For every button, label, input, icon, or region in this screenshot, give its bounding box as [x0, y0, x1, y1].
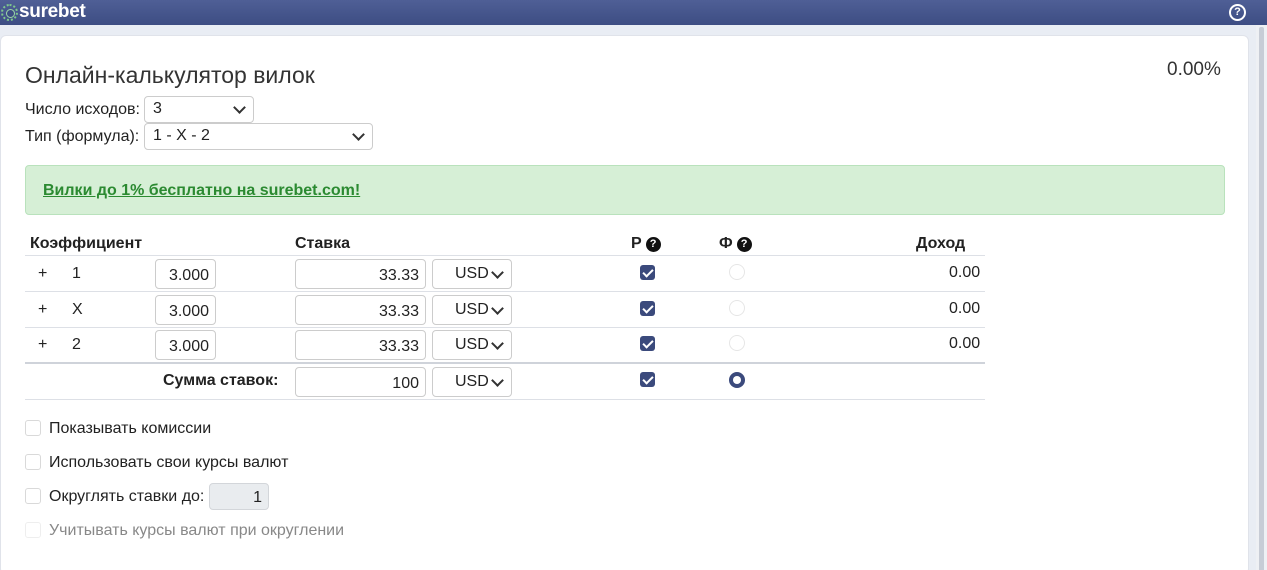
promo-link[interactable]: Вилки до 1% бесплатно на surebet.com! — [43, 182, 360, 200]
total-r-checkbox[interactable] — [640, 372, 655, 387]
header-r: Р? — [631, 235, 661, 253]
header-income: Доход — [916, 235, 966, 252]
help-icon[interactable]: ? — [736, 237, 752, 252]
help-icon[interactable]: ? — [1229, 4, 1246, 21]
header-r-label: Р — [631, 235, 642, 252]
f-radio[interactable] — [729, 300, 745, 316]
divider — [25, 327, 985, 328]
chevron-down-icon — [491, 266, 504, 279]
divider — [25, 255, 985, 256]
currency-value: USD — [455, 336, 489, 353]
outcome-name: 1 — [72, 265, 81, 282]
header-f-label: Ф — [719, 235, 733, 252]
row-expand-button[interactable]: + — [38, 301, 47, 319]
logo-icon — [1, 3, 18, 21]
rates-rounding-checkbox[interactable] — [25, 522, 41, 538]
own-rates-checkbox[interactable] — [25, 454, 41, 470]
divider — [25, 362, 985, 364]
currency-value: USD — [455, 301, 489, 318]
surebet-logo[interactable]: surebet — [1, 1, 86, 23]
r-checkbox[interactable] — [640, 301, 655, 316]
chevron-down-icon — [491, 374, 504, 387]
outcomes-select[interactable]: 3 — [144, 96, 254, 123]
stake-input[interactable]: 33.33 — [295, 259, 426, 289]
show-commissions-checkbox[interactable] — [25, 420, 41, 436]
chevron-down-icon — [491, 302, 504, 315]
promo-alert: Вилки до 1% бесплатно на surebet.com! — [25, 165, 1225, 215]
outcome-name: 2 — [72, 336, 81, 353]
currency-value: USD — [455, 265, 489, 282]
outcomes-label: Число исходов: — [25, 101, 140, 118]
page-scrollbar[interactable] — [1256, 25, 1267, 570]
odds-input[interactable]: 3.000 — [155, 330, 216, 360]
currency-value: USD — [455, 373, 489, 390]
r-checkbox[interactable] — [640, 336, 655, 351]
outcomes-value: 3 — [153, 100, 162, 117]
divider — [25, 291, 985, 292]
total-stake-input[interactable]: 100 — [295, 367, 426, 397]
formula-value: 1 - X - 2 — [153, 127, 210, 144]
income-value: 0.00 — [949, 335, 981, 352]
income-value: 0.00 — [949, 300, 981, 317]
chevron-down-icon — [233, 101, 246, 114]
f-radio[interactable] — [729, 264, 745, 280]
top-bar: surebet ? — [0, 0, 1267, 25]
divider — [25, 399, 985, 400]
row-expand-button[interactable]: + — [38, 336, 47, 354]
currency-select[interactable]: USD — [432, 295, 512, 325]
stake-input[interactable]: 33.33 — [295, 330, 426, 360]
f-radio[interactable] — [729, 335, 745, 351]
header-f: Ф? — [719, 235, 752, 253]
rates-rounding-label: Учитывать курсы валют при округлении — [49, 522, 345, 539]
outcome-name: X — [72, 301, 83, 318]
stake-input[interactable]: 33.33 — [295, 295, 426, 325]
formula-select[interactable]: 1 - X - 2 — [144, 123, 373, 150]
own-rates-label[interactable]: Использовать свои курсы валют — [49, 454, 288, 472]
help-icon[interactable]: ? — [645, 237, 661, 252]
income-value: 0.00 — [949, 264, 981, 281]
chevron-down-icon — [352, 128, 365, 141]
chevron-down-icon — [491, 337, 504, 350]
header-odds: Коэффициент — [30, 235, 143, 252]
total-label: Сумма ставок: — [163, 372, 279, 389]
page-title: Онлайн-калькулятор вилок — [25, 62, 315, 88]
odds-input[interactable]: 3.000 — [155, 259, 216, 289]
odds-input[interactable]: 3.000 — [155, 295, 216, 325]
total-f-radio[interactable] — [729, 372, 745, 388]
header-stake: Ставка — [295, 235, 351, 252]
total-currency-select[interactable]: USD — [432, 367, 512, 397]
currency-select[interactable]: USD — [432, 330, 512, 360]
r-checkbox[interactable] — [640, 265, 655, 280]
row-expand-button[interactable]: + — [38, 265, 47, 283]
round-stakes-label[interactable]: Округлять ставки до: — [49, 488, 204, 506]
currency-select[interactable]: USD — [432, 259, 512, 289]
round-stakes-checkbox[interactable] — [25, 488, 41, 504]
round-value-input[interactable]: 1 — [209, 483, 269, 510]
show-commissions-label[interactable]: Показывать комиссии — [49, 420, 211, 438]
formula-label: Тип (формула): — [25, 128, 140, 145]
logo-text: surebet — [19, 1, 86, 22]
profit-percent: 0.00% — [1167, 59, 1221, 80]
